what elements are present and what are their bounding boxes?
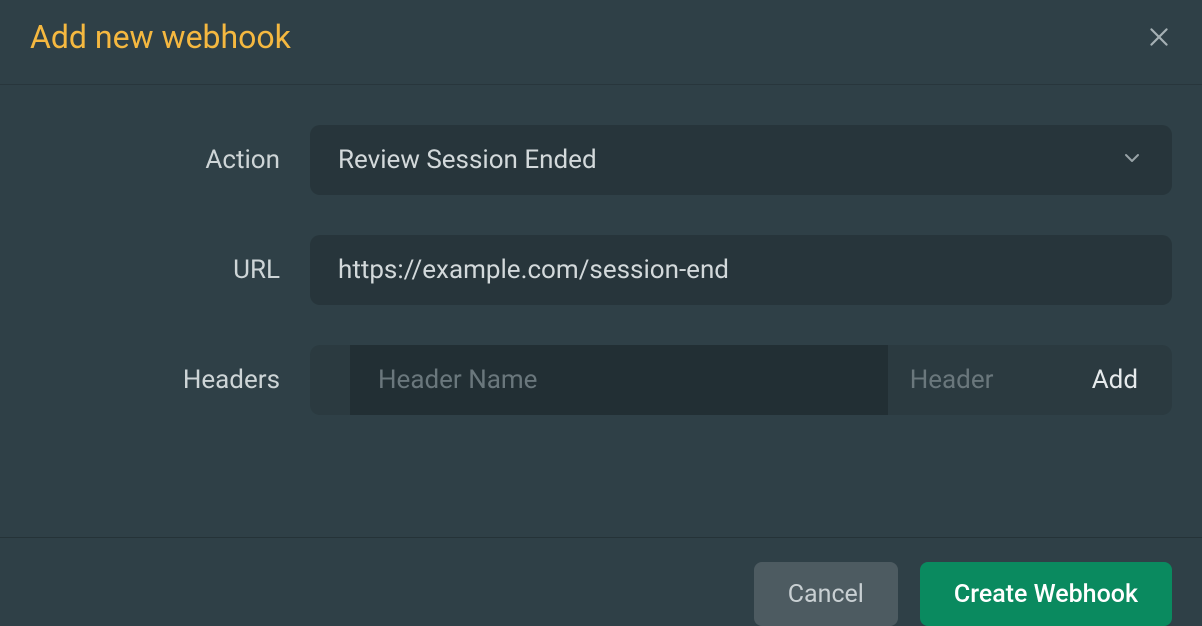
header-value-input[interactable] — [888, 345, 1058, 415]
headers-label: Headers — [30, 365, 280, 395]
chevron-down-icon — [1120, 146, 1144, 174]
action-select[interactable]: Review Session Ended — [310, 125, 1172, 195]
create-webhook-button[interactable]: Create Webhook — [920, 562, 1172, 626]
header-name-input[interactable] — [350, 345, 888, 415]
action-label: Action — [30, 145, 280, 175]
cancel-button[interactable]: Cancel — [754, 562, 898, 626]
headers-input-group: Add — [310, 345, 1172, 415]
add-header-button[interactable]: Add — [1058, 345, 1172, 415]
url-row: URL — [30, 235, 1172, 305]
url-label: URL — [30, 255, 280, 285]
modal-title: Add new webhook — [30, 18, 291, 56]
modal-footer: Cancel Create Webhook — [0, 537, 1202, 626]
action-select-value: Review Session Ended — [338, 145, 597, 175]
url-input[interactable] — [310, 235, 1172, 305]
modal-header: Add new webhook — [0, 0, 1202, 85]
add-webhook-modal: Add new webhook Action Review Session En… — [0, 0, 1202, 626]
headers-row: Headers Add — [30, 345, 1172, 415]
close-icon[interactable] — [1146, 24, 1172, 50]
action-row: Action Review Session Ended — [30, 125, 1172, 195]
modal-body: Action Review Session Ended URL Headers … — [0, 85, 1202, 537]
